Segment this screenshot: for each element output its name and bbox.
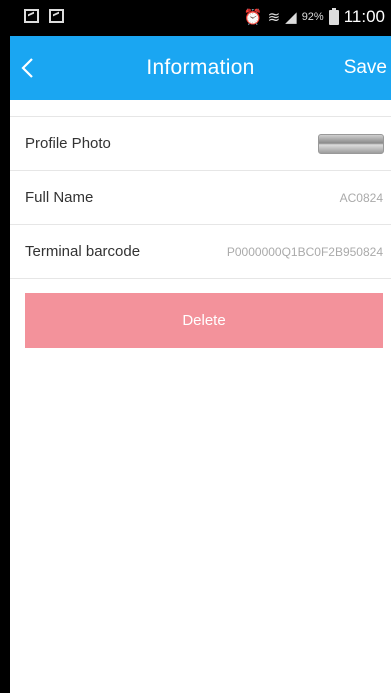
full-name-value: AC0824 [339,191,383,205]
status-time: 11:00 [343,7,385,26]
status-indicators: ⏰ ≋ ◢ 92% 11:00 [244,7,385,27]
profile-photo-row[interactable]: Profile Photo [10,117,391,171]
full-name-label: Full Name [25,189,94,206]
save-button[interactable]: Save [344,57,387,79]
gallery-notification-icon [24,9,39,23]
app-screen: Information Save Profile Photo Full Name… [10,36,391,693]
section-spacer [10,100,391,117]
wifi-icon: ≋ [267,9,281,26]
status-bar: ⏰ ≋ ◢ 92% 11:00 [0,0,391,36]
avatar[interactable] [318,134,384,154]
terminal-barcode-row[interactable]: Terminal barcode P0000000Q1BC0F2B950824 [10,225,391,279]
info-content: Profile Photo Full Name AC0824 Terminal … [10,100,391,693]
battery-percent: 92% [301,11,324,23]
delete-button[interactable]: Delete [25,293,383,348]
signal-icon: ◢ [285,9,297,26]
status-notifications [24,9,64,23]
profile-photo-label: Profile Photo [25,135,111,152]
device-frame: ⏰ ≋ ◢ 92% 11:00 Information Save Profile… [0,0,391,693]
alarm-icon: ⏰ [243,9,263,26]
full-name-row[interactable]: Full Name AC0824 [10,171,391,225]
battery-icon [328,7,339,25]
terminal-barcode-label: Terminal barcode [25,243,141,260]
screenshot-notification-icon [49,9,64,23]
app-header: Information Save [10,36,391,100]
terminal-barcode-value: P0000000Q1BC0F2B950824 [226,245,383,259]
page-title: Information [146,56,255,79]
